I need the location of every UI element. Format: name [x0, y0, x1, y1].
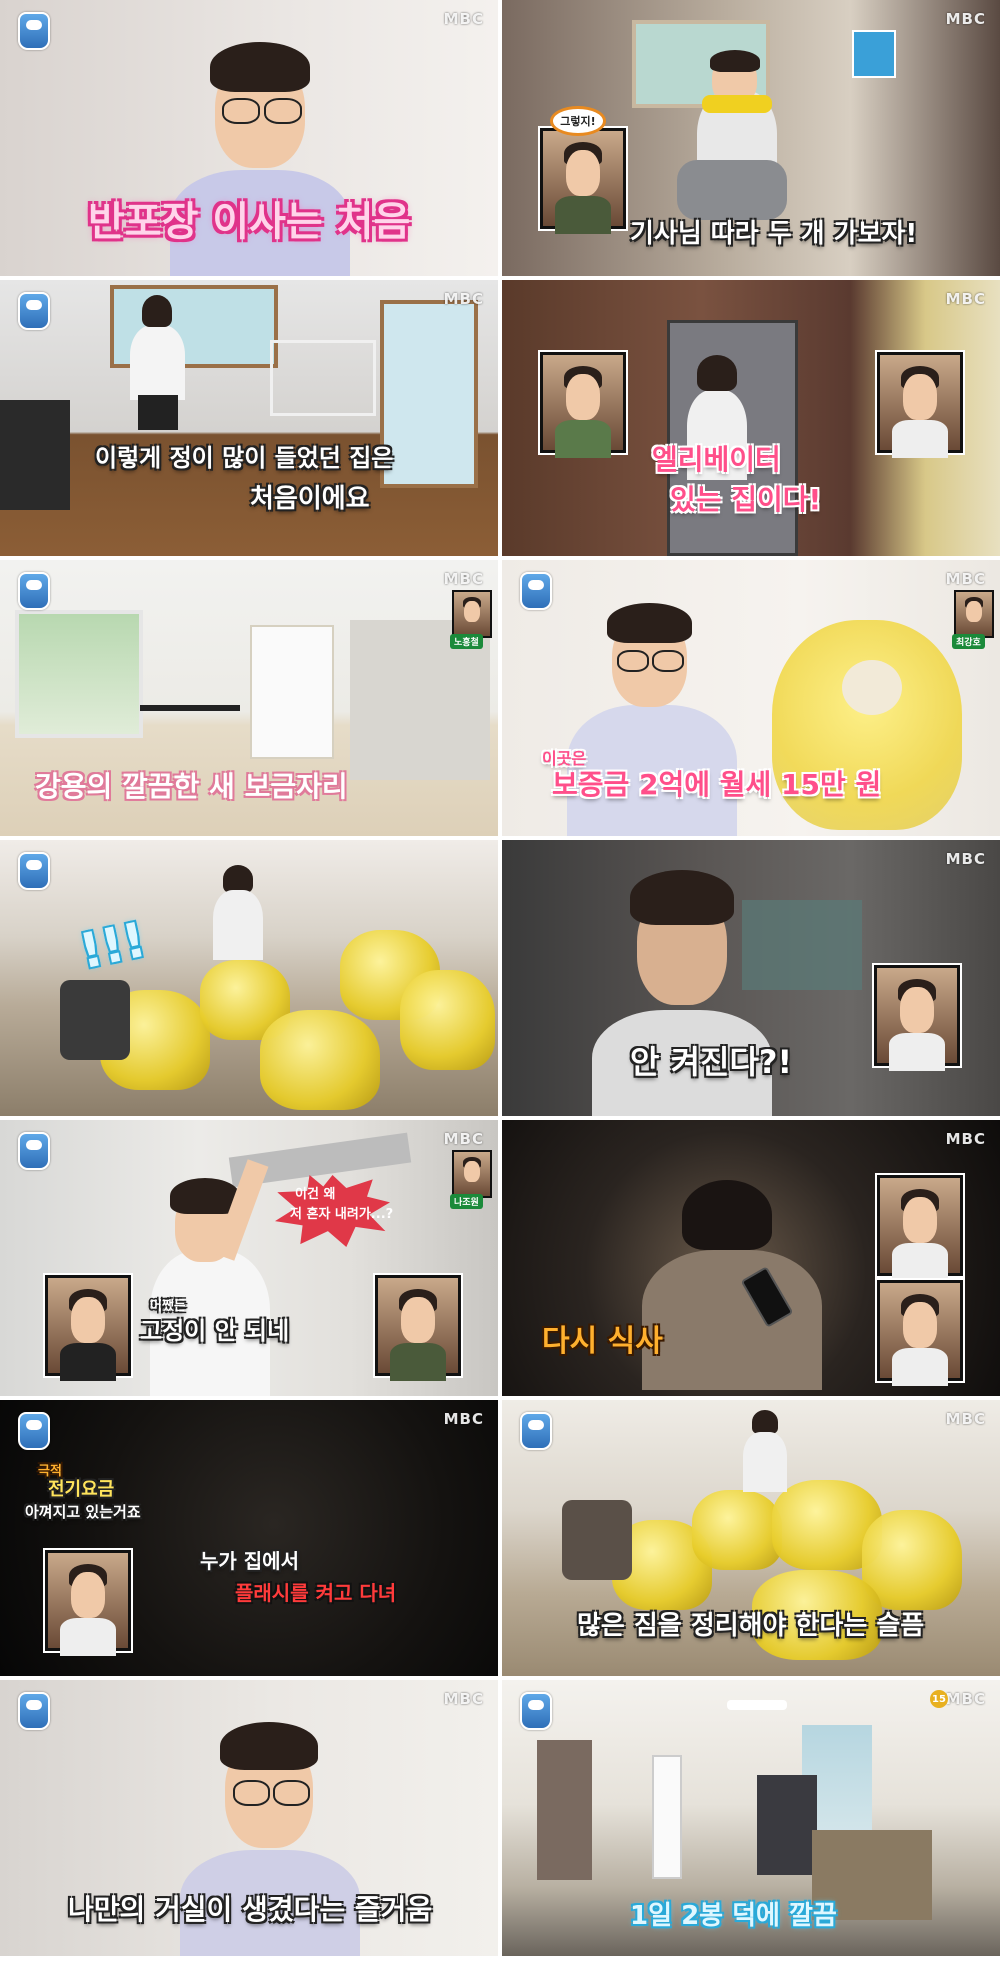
show-logo-icon: [520, 572, 552, 610]
panel-12: MBC 많은 짐을 정리해야 한다는 슬픔: [502, 1400, 1000, 1676]
caption-tag: 극적: [38, 1464, 62, 1479]
clothes-rack: [757, 1775, 817, 1875]
caption-line-2: 아껴지고 있는거죠: [25, 1503, 141, 1521]
caption-small: 이곳은: [542, 749, 587, 768]
broadcaster-logo: MBC: [443, 1690, 484, 1708]
door: [537, 1740, 592, 1880]
show-logo-icon: [18, 292, 50, 330]
caption: 반포장 이사는 처음: [88, 199, 411, 245]
caption: 많은 짐을 정리해야 한다는 슬픔: [577, 1611, 925, 1641]
caption-line-1: 엘리베이터: [652, 443, 781, 476]
panel-3: MBC 이렇게 정이 많이 들었던 집은 처음이에요: [0, 280, 498, 556]
broadcaster-logo: MBC: [945, 10, 986, 28]
caption-line-1: 전기요금: [48, 1479, 115, 1500]
panel-2: 그렇지! MBC 기사님 따라 두 개 가보자!: [502, 0, 1000, 276]
caption: 다시 식사: [542, 1324, 663, 1359]
caption: 고정이 안 되네: [140, 1317, 290, 1345]
window: [15, 610, 143, 738]
caption: 나만의 거실이 생겼다는 즐거움: [68, 1893, 433, 1926]
broadcaster-logo: MBC: [443, 10, 484, 28]
white-desk: [270, 340, 376, 416]
man-in-kitchen: [737, 1410, 797, 1510]
cast-name-tag: 나조원: [450, 1194, 483, 1209]
reaction-inset-left: [45, 1275, 131, 1381]
caption: 1일 2봉 덕에 깔끔: [630, 1901, 837, 1931]
show-logo-icon: [18, 12, 50, 50]
broadcaster-logo: MBC: [945, 1410, 986, 1428]
reaction-inset-right: [877, 352, 963, 458]
broadcaster-logo: MBC: [443, 1410, 484, 1428]
yellow-bag: [400, 970, 495, 1070]
panel-7: !!!: [0, 840, 498, 1116]
show-logo-icon: [520, 1692, 552, 1730]
desk: [140, 705, 240, 711]
cast-name-tag: 노홍철: [450, 634, 483, 649]
broadcaster-logo: MBC: [945, 850, 986, 868]
caption-line-4: 플래시를 켜고 다녀: [235, 1581, 397, 1605]
man-at-window: [120, 295, 200, 445]
caption-line-2: 처음이에요: [250, 484, 370, 514]
reaction-inset-left: [540, 352, 626, 458]
bubble-line-1: 이건 왜: [295, 1187, 336, 1202]
speech-bubble: 그렇지!: [550, 106, 606, 136]
bubble-line-2: 저 혼자 내려가...?: [290, 1207, 394, 1222]
show-logo-icon: [18, 852, 50, 890]
reaction-inset-bottom: [877, 1280, 963, 1386]
caption: 보증금 2억에 월세 15만 원: [552, 768, 882, 801]
broadcaster-logo: MBC: [945, 570, 986, 588]
panel-13: MBC 나만의 거실이 생겼다는 즐거움: [0, 1680, 498, 1956]
panel-1: MBC 반포장 이사는 처음: [0, 0, 498, 276]
cast-thumbnail: [452, 1150, 492, 1198]
doorway: [250, 625, 334, 759]
panel-14: MBC 15 1일 2봉 덕에 깔끔: [502, 1680, 1000, 1956]
ceiling-light: [727, 1700, 787, 1710]
yellow-bag: [260, 1010, 380, 1110]
broadcaster-logo: MBC: [443, 1130, 484, 1148]
reaction-inset: [45, 1550, 131, 1656]
show-logo-icon: [520, 1412, 552, 1450]
caption-line-1: 이렇게 정이 많이 들었던 집은: [95, 444, 394, 472]
side-window: [380, 300, 478, 488]
man-in-kitchen: [205, 865, 275, 975]
caption-small: 어쨌든: [150, 1299, 186, 1314]
panel-4: MBC 엘리베이터 있는 집이다!: [502, 280, 1000, 556]
broadcaster-logo: MBC: [945, 1690, 986, 1708]
age-rating-badge: 15: [930, 1690, 948, 1708]
panel-9: MBC 나조원 이건 왜 저 혼자 내려가...? 어쨌든 고정이 안 되네: [0, 1120, 498, 1396]
reaction-inset-right: [375, 1275, 461, 1381]
caption-line-3: 누가 집에서: [200, 1549, 299, 1573]
reaction-inset: [874, 965, 960, 1071]
broadcaster-logo: MBC: [443, 570, 484, 588]
panel-10: MBC 다시 식사: [502, 1120, 1000, 1396]
show-logo-icon: [18, 1692, 50, 1730]
reaction-inset: [540, 128, 626, 234]
mirror: [652, 1755, 682, 1879]
corner-sticker: [852, 30, 896, 78]
suitcase: [60, 980, 130, 1060]
caption: 강용의 깔끔한 새 보금자리: [35, 770, 348, 803]
panel-6: MBC 최강호 이곳은 보증금 2억에 월세 15만 원: [502, 560, 1000, 836]
panel-5: MBC 노홍철 강용의 깔끔한 새 보금자리: [0, 560, 498, 836]
caption: 안 켜진다?!: [630, 1043, 793, 1081]
broadcaster-logo: MBC: [443, 290, 484, 308]
caption: 기사님 따라 두 개 가보자!: [630, 219, 918, 249]
broadcaster-logo: MBC: [945, 290, 986, 308]
show-logo-icon: [18, 1132, 50, 1170]
caption-line-2: 있는 집이다!: [670, 483, 822, 516]
man-reaching-up: [140, 1159, 290, 1396]
suitcase: [562, 1500, 632, 1580]
photo-collage: MBC 반포장 이사는 처음 그렇지! MBC 기사님 따라 두 개 가보자!: [0, 0, 1000, 1963]
cast-name-tag: 최강호: [952, 634, 985, 649]
broadcaster-logo: MBC: [945, 1130, 986, 1148]
dark-cabinet: [0, 400, 70, 510]
panel-11: MBC 극적 전기요금 아껴지고 있는거죠 누가 집에서 플래시를 켜고 다녀: [0, 1400, 498, 1676]
cast-thumbnail: [954, 590, 994, 638]
panel-8: MBC 안 켜진다?!: [502, 840, 1000, 1116]
reaction-inset-top: [877, 1175, 963, 1281]
cast-thumbnail: [452, 590, 492, 638]
show-logo-icon: [18, 572, 50, 610]
show-logo-icon: [18, 1412, 50, 1450]
